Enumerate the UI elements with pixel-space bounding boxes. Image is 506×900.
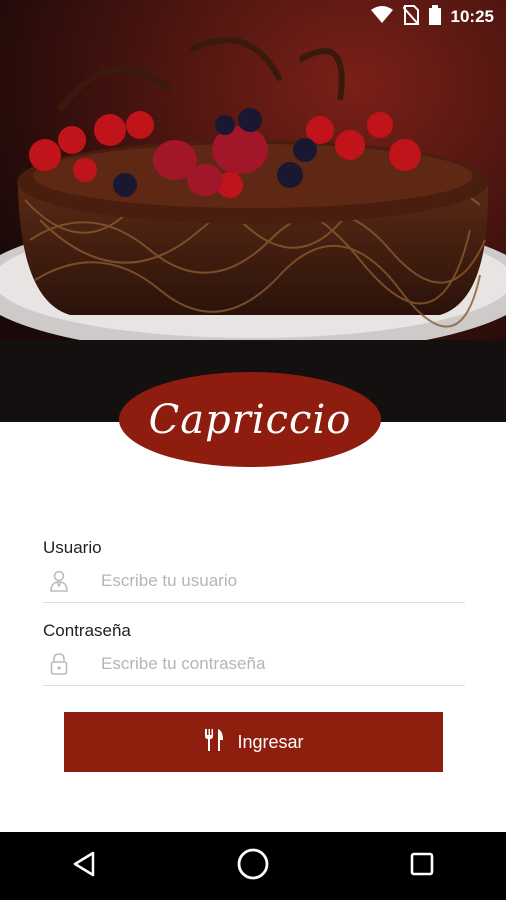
password-field[interactable] [43, 643, 465, 686]
brand-name: Capriccio [148, 396, 352, 443]
back-icon [71, 850, 97, 883]
status-bar: 10:25 [0, 0, 506, 34]
username-input[interactable] [99, 570, 443, 592]
password-input[interactable] [99, 653, 443, 675]
brand-logo: Capriccio [119, 372, 381, 467]
cutlery-icon [203, 728, 225, 757]
user-icon [45, 567, 73, 595]
cake-illustration [0, 0, 506, 422]
wifi-icon [370, 5, 393, 29]
no-sim-icon [401, 4, 420, 30]
login-form: Usuario Contraseña [43, 536, 465, 686]
home-icon [236, 847, 270, 886]
status-time: 10:25 [450, 7, 494, 26]
username-field[interactable] [43, 560, 465, 603]
hero-image [0, 0, 506, 422]
battery-icon [428, 4, 441, 30]
back-button[interactable] [54, 836, 114, 896]
login-button[interactable]: Ingresar [64, 712, 443, 772]
home-button[interactable] [223, 836, 283, 896]
lock-icon [45, 650, 73, 678]
username-label: Usuario [43, 538, 102, 557]
recents-icon [409, 851, 435, 882]
password-label: Contraseña [43, 621, 131, 640]
login-button-label: Ingresar [237, 731, 304, 752]
navigation-bar [0, 832, 506, 900]
recents-button[interactable] [392, 836, 452, 896]
